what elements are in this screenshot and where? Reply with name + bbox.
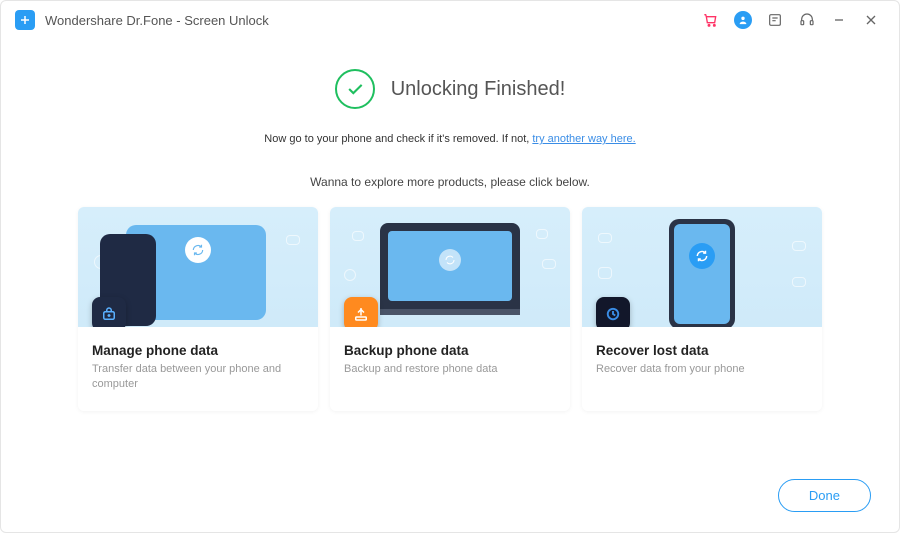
status-subtext: Now go to your phone and check if it's r… [1, 133, 899, 145]
card-illustration [582, 207, 822, 327]
card-desc: Recover data from your phone [596, 362, 808, 377]
card-illustration [330, 207, 570, 327]
footer: Done [778, 479, 871, 512]
card-manage-phone-data[interactable]: Manage phone data Transfer data between … [78, 207, 318, 411]
manage-badge-icon [92, 297, 126, 327]
card-title: Manage phone data [92, 343, 304, 358]
cart-icon[interactable] [697, 6, 725, 34]
card-recover-lost-data[interactable]: Recover lost data Recover data from your… [582, 207, 822, 411]
try-another-way-link[interactable]: try another way here. [532, 133, 635, 145]
support-icon[interactable] [793, 6, 821, 34]
status-sub-prefix: Now go to your phone and check if it's r… [264, 133, 532, 145]
done-button[interactable]: Done [778, 479, 871, 512]
backup-badge-icon [344, 297, 378, 327]
success-check-icon [335, 69, 375, 109]
app-logo [15, 10, 35, 30]
status-row: Unlocking Finished! [1, 69, 899, 109]
main-content: Unlocking Finished! Now go to your phone… [1, 39, 899, 411]
card-desc: Backup and restore phone data [344, 362, 556, 377]
close-button[interactable] [857, 6, 885, 34]
minimize-button[interactable] [825, 6, 853, 34]
product-cards: Manage phone data Transfer data between … [1, 207, 899, 411]
status-title: Unlocking Finished! [391, 78, 566, 101]
app-title: Wondershare Dr.Fone - Screen Unlock [45, 13, 269, 28]
card-illustration [78, 207, 318, 327]
feedback-icon[interactable] [761, 6, 789, 34]
explore-text: Wanna to explore more products, please c… [1, 175, 899, 189]
card-title: Recover lost data [596, 343, 808, 358]
card-desc: Transfer data between your phone and com… [92, 362, 304, 393]
card-backup-phone-data[interactable]: Backup phone data Backup and restore pho… [330, 207, 570, 411]
titlebar: Wondershare Dr.Fone - Screen Unlock [1, 1, 899, 39]
card-title: Backup phone data [344, 343, 556, 358]
account-icon[interactable] [729, 6, 757, 34]
recover-badge-icon [596, 297, 630, 327]
